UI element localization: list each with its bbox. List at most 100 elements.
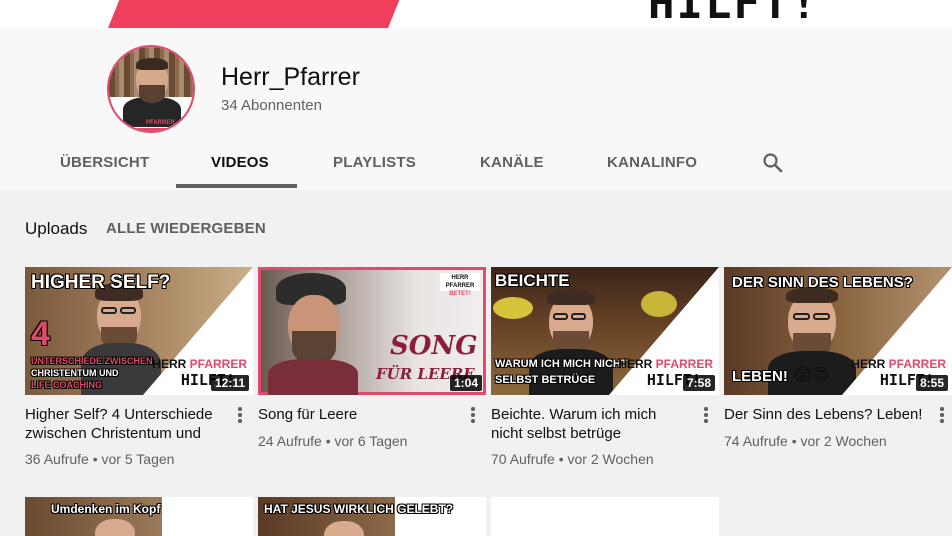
channel-header: HERR PFARRER Herr_Pfarrer 34 Abonnenten … bbox=[0, 28, 952, 190]
more-vertical-icon[interactable] bbox=[467, 407, 479, 425]
tab-playlists[interactable]: PLAYLISTS bbox=[333, 154, 416, 171]
subscriber-count: 34 Abonnenten bbox=[221, 97, 322, 114]
video-thumbnail[interactable]: HIGHER SELF? 4 UNTERSCHIEDE ZWISCHEN CHR… bbox=[25, 267, 253, 395]
tab-videos[interactable]: VIDEOS bbox=[211, 154, 269, 171]
video-thumbnail[interactable]: HERR PFARRER BETET! SONG FÜR LEERE 1:04 bbox=[258, 267, 486, 395]
section-title: Uploads bbox=[25, 219, 88, 238]
video-age: vor 2 Wochen bbox=[800, 433, 887, 449]
thumbnail-brand: HERR PFARRER bbox=[618, 358, 713, 371]
thumbnail-caption-bottom: LEBEN! bbox=[732, 368, 788, 385]
channel-name: Herr_Pfarrer bbox=[221, 63, 360, 91]
video-meta: 70 Aufrufe • vor 2 Wochen bbox=[491, 451, 654, 467]
video-age: vor 2 Wochen bbox=[567, 451, 654, 467]
brand-pfarrer: PFARRER bbox=[888, 357, 946, 371]
video-duration: 12:11 bbox=[210, 375, 249, 391]
video-title[interactable]: Song für Leere bbox=[258, 405, 458, 424]
thumbnail-glasses bbox=[101, 307, 117, 314]
avatar-hair bbox=[136, 58, 168, 70]
thumbnail-glasses bbox=[120, 307, 136, 314]
thumbnail-person-shirt bbox=[529, 349, 613, 395]
video-meta: 24 Aufrufe • vor 6 Tagen bbox=[258, 433, 408, 449]
banner-red-stripe bbox=[108, 0, 403, 28]
video-age: vor 6 Tagen bbox=[334, 433, 408, 449]
thumbnail-emojis: 😱😍 bbox=[794, 365, 830, 384]
thumbnail-person-face bbox=[324, 521, 364, 536]
thumbnail-brand: HERR PFARRER bbox=[851, 358, 946, 371]
video-duration: 1:04 bbox=[449, 375, 482, 391]
thumbnail-caption-top: HIGHER SELF? bbox=[31, 272, 171, 293]
thumbnail-caption-line: SELBST BETRÜGE bbox=[495, 374, 596, 386]
thumbnail-caption-number: 4 bbox=[31, 315, 50, 353]
avatar-label-pfarrer: PFARRER bbox=[146, 120, 175, 126]
play-all-button[interactable]: ALLE WIEDERGEBEN bbox=[106, 220, 266, 237]
thumbnail-glasses bbox=[571, 313, 586, 320]
video-views: 70 Aufrufe bbox=[491, 451, 555, 467]
thumbnail-scarf bbox=[268, 359, 358, 395]
thumbnail-caption-song: SONG bbox=[390, 331, 478, 361]
more-vertical-icon[interactable] bbox=[234, 407, 246, 425]
tab-about[interactable]: KANALINFO bbox=[607, 154, 697, 171]
thumbnail-glasses bbox=[813, 313, 830, 320]
channel-tabs: ÜBERSICHT VIDEOS PLAYLISTS KANÄLE KANALI… bbox=[0, 142, 952, 190]
video-card[interactable]: BEICHTE WARUM ICH MICH NICHT SELBST BETR… bbox=[491, 267, 719, 467]
video-card[interactable]: Umdenken im Kopf bbox=[25, 497, 253, 536]
thumbnail-caption-top: HAT JESUS WIRKLICH GELEBT? bbox=[264, 502, 454, 516]
brand-herr: HERR bbox=[851, 357, 886, 371]
video-thumbnail[interactable]: HAT JESUS WIRKLICH GELEBT? bbox=[258, 497, 486, 536]
video-meta: 74 Aufrufe • vor 2 Wochen bbox=[724, 433, 887, 449]
video-thumbnail[interactable] bbox=[491, 497, 719, 536]
active-tab-indicator bbox=[176, 184, 297, 188]
thumbnail-glasses bbox=[793, 313, 810, 320]
video-title[interactable]: Higher Self? 4 Unterschiede zwischen Chr… bbox=[25, 405, 225, 443]
avatar-beard bbox=[139, 85, 165, 103]
banner-text: HILFT! bbox=[648, 0, 819, 28]
thumbnail-caption-line: UNTERSCHIEDE ZWISCHEN bbox=[31, 356, 153, 366]
more-vertical-icon[interactable] bbox=[700, 407, 712, 425]
video-card[interactable]: HIGHER SELF? 4 UNTERSCHIEDE ZWISCHEN CHR… bbox=[25, 267, 253, 467]
thumbnail-caption-top: Umdenken im Kopf bbox=[51, 502, 161, 516]
thumbnail-caption-line: WARUM ICH MICH NICHT bbox=[495, 358, 628, 370]
thumbnail-caption-line: LIFE COACHING bbox=[31, 380, 102, 390]
more-vertical-icon[interactable] bbox=[936, 407, 948, 425]
video-card[interactable]: HERR PFARRER BETET! SONG FÜR LEERE 1:04 S… bbox=[258, 267, 486, 449]
thumbnail-glasses bbox=[553, 313, 568, 320]
channel-banner: HILFT! bbox=[0, 0, 952, 28]
avatar-label: HERR PFARRER bbox=[109, 120, 193, 126]
brand-herr: HERR bbox=[152, 357, 187, 371]
uploads-section: Uploads ALLE WIEDERGEBEN HIGHER SELF? 4 … bbox=[0, 190, 952, 536]
video-title[interactable]: Der Sinn des Lebens? Leben! bbox=[724, 405, 929, 424]
video-views: 24 Aufrufe bbox=[258, 433, 322, 449]
brand-pfarrer: PFARRER bbox=[655, 357, 713, 371]
search-icon[interactable] bbox=[762, 152, 784, 174]
thumbnail-caption-top: DER SINN DES LEBENS? bbox=[732, 274, 913, 291]
thumbnail-flowers bbox=[493, 297, 533, 319]
badge-text-black: HERR PFARRER bbox=[445, 275, 475, 289]
avatar-accent-bar bbox=[133, 128, 173, 131]
tab-overview[interactable]: ÜBERSICHT bbox=[60, 154, 149, 171]
avatar-label-herr: HERR bbox=[127, 120, 145, 126]
video-views: 74 Aufrufe bbox=[724, 433, 788, 449]
video-age: vor 5 Tagen bbox=[101, 451, 175, 467]
thumbnail-person-face bbox=[95, 519, 135, 536]
video-title[interactable]: Beichte. Warum ich mich nicht selbst bet… bbox=[491, 405, 691, 443]
video-thumbnail[interactable]: Umdenken im Kopf bbox=[25, 497, 253, 536]
thumbnail-badge: HERR PFARRER BETET! bbox=[440, 273, 480, 297]
tab-channels[interactable]: KANÄLE bbox=[480, 154, 544, 171]
video-card[interactable]: HAT JESUS WIRKLICH GELEBT? bbox=[258, 497, 486, 536]
video-duration: 8:55 bbox=[915, 375, 948, 391]
brand-herr: HERR bbox=[618, 357, 653, 371]
video-thumbnail[interactable]: BEICHTE WARUM ICH MICH NICHT SELBST BETR… bbox=[491, 267, 719, 395]
video-meta: 36 Aufrufe • vor 5 Tagen bbox=[25, 451, 175, 467]
channel-avatar[interactable]: HERR PFARRER bbox=[107, 45, 195, 133]
thumbnail-person-hair bbox=[547, 289, 595, 305]
thumbnail-caption-top: BEICHTE bbox=[495, 271, 570, 290]
video-views: 36 Aufrufe bbox=[25, 451, 89, 467]
video-card[interactable] bbox=[491, 497, 719, 536]
brand-pfarrer: PFARRER bbox=[189, 357, 247, 371]
badge-text-pink: BETET! bbox=[449, 291, 471, 297]
thumbnail-brand: HERR PFARRER bbox=[152, 358, 247, 371]
thumbnail-caption-line: CHRISTENTUM UND bbox=[31, 368, 119, 378]
video-card[interactable]: DER SINN DES LEBENS? LEBEN! 😱😍 HERR PFAR… bbox=[724, 267, 952, 449]
video-duration: 7:58 bbox=[682, 375, 715, 391]
video-thumbnail[interactable]: DER SINN DES LEBENS? LEBEN! 😱😍 HERR PFAR… bbox=[724, 267, 952, 395]
